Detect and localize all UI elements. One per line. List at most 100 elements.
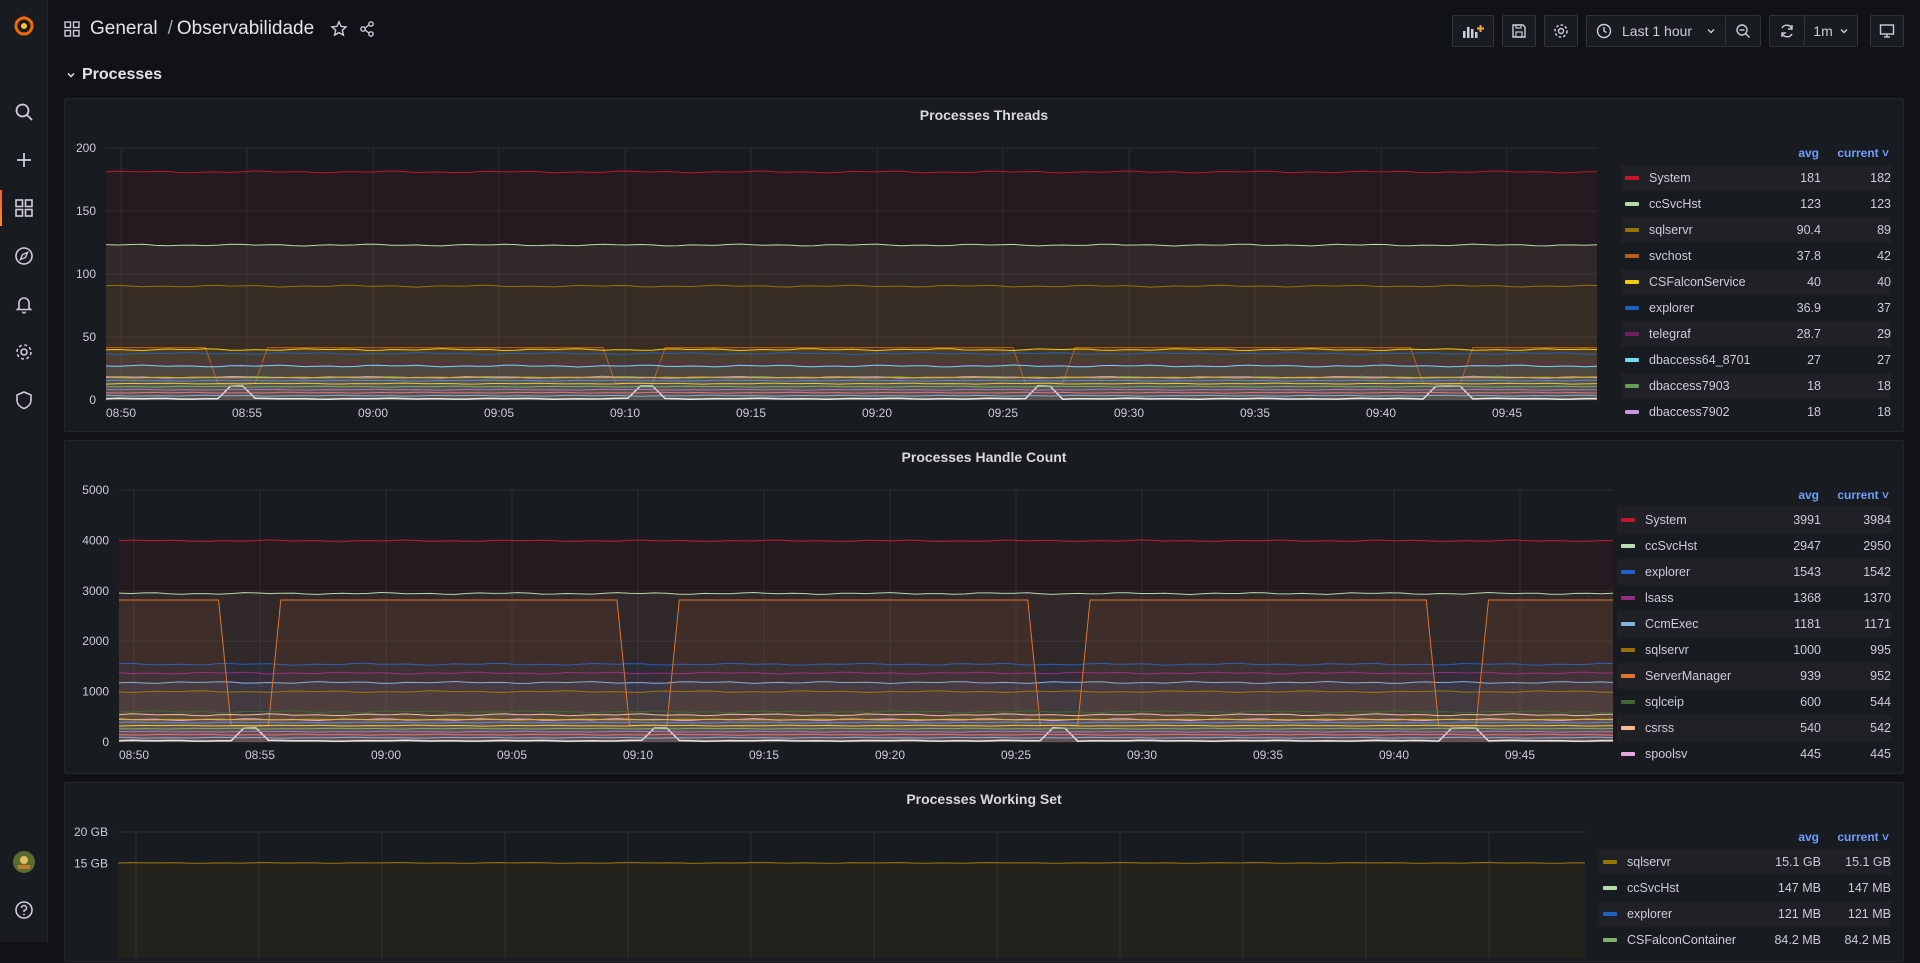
- legend-avg-value: 2947: [1793, 539, 1821, 553]
- legend-item-ccsvchst[interactable]: ccSvcHst 147 MB 147 MB: [1599, 875, 1891, 901]
- legend-current-header[interactable]: current ˅: [1819, 488, 1889, 502]
- dashboard-grid-icon: [64, 21, 80, 37]
- refresh-interval-picker[interactable]: 1m: [1804, 15, 1858, 47]
- legend-avg-header[interactable]: avg: [1779, 146, 1819, 160]
- legend-series-color: [1625, 228, 1639, 232]
- grafana-logo-icon[interactable]: [0, 6, 48, 46]
- legend-item-sqlceip[interactable]: sqlceip 600 544: [1617, 689, 1891, 715]
- legend-series-name: svchost: [1649, 249, 1692, 263]
- y-tick-label: 5000: [82, 483, 109, 497]
- x-tick-label: 09:20: [862, 406, 892, 420]
- legend-avg-value: 1543: [1793, 565, 1821, 579]
- create-plus-icon[interactable]: [0, 140, 48, 180]
- share-icon[interactable]: [358, 20, 376, 38]
- legend-item-dbaccess7902[interactable]: dbaccess7902 18 18: [1621, 399, 1891, 425]
- legend-item-ccsvchst[interactable]: ccSvcHst 2947 2950: [1617, 533, 1891, 559]
- x-tick-label: 09:05: [497, 748, 527, 762]
- legend-series-name: spoolsv: [1645, 747, 1688, 761]
- legend-item-sqlservr[interactable]: sqlservr 15.1 GB 15.1 GB: [1599, 849, 1891, 875]
- breadcrumb-folder-link[interactable]: General: [90, 18, 158, 40]
- legend-current-header[interactable]: current ˅: [1819, 830, 1889, 844]
- user-avatar[interactable]: [0, 842, 48, 882]
- star-icon[interactable]: [330, 20, 348, 38]
- legend-current-value: 1370: [1863, 591, 1891, 605]
- panel-processes-handle-count[interactable]: Processes Handle Count 0 1000 2000 3000 4000…: [64, 440, 1904, 774]
- legend-series-name: CcmExec: [1645, 617, 1699, 631]
- legend-item-explorer[interactable]: explorer 121 MB 121 MB: [1599, 901, 1891, 927]
- server-admin-shield-icon[interactable]: [0, 380, 48, 420]
- search-icon[interactable]: [0, 92, 48, 132]
- row-header[interactable]: Processes: [66, 66, 162, 84]
- dashboards-icon[interactable]: [0, 188, 48, 228]
- legend-item-sqlservr[interactable]: sqlservr 90.4 89: [1621, 217, 1891, 243]
- legend-item-telegraf[interactable]: telegraf 28.7 29: [1621, 321, 1891, 347]
- save-dashboard-button[interactable]: [1502, 15, 1536, 47]
- handle-count-chart[interactable]: 0 1000 2000 3000 4000 5000 08:50 08:55 09:00 09:0…: [65, 441, 1680, 775]
- legend-current-header[interactable]: current ˅: [1819, 146, 1889, 160]
- cycle-view-mode-button[interactable]: [1870, 15, 1904, 47]
- legend-item-lsass[interactable]: lsass 1368 1370: [1617, 585, 1891, 611]
- help-icon[interactable]: [0, 890, 48, 930]
- legend-avg-header[interactable]: avg: [1779, 830, 1819, 844]
- legend-avg-value: 1181: [1794, 617, 1821, 631]
- configuration-gear-icon[interactable]: [0, 332, 48, 372]
- legend-avg-header[interactable]: avg: [1779, 488, 1819, 502]
- panel-processes-working-set[interactable]: Processes Working Set 20 GB 15 GB avg cur…: [64, 782, 1904, 962]
- legend-item-csfalconcontainer[interactable]: CSFalconContainer 84.2 MB 84.2 MB: [1599, 927, 1891, 953]
- legend-item-svchost[interactable]: svchost 37.8 42: [1621, 243, 1891, 269]
- legend-current-value: 2950: [1863, 539, 1891, 553]
- legend-item-dbaccess64_8701[interactable]: dbaccess64_8701 27 27: [1621, 347, 1891, 373]
- dashboard-title[interactable]: Observabilidade: [177, 18, 314, 40]
- x-tick-label: 09:25: [1001, 748, 1031, 762]
- legend-avg-value: 121 MB: [1777, 907, 1821, 921]
- add-panel-button[interactable]: [1452, 15, 1494, 47]
- legend-avg-value: 28.7: [1796, 327, 1821, 341]
- legend-item-system[interactable]: System 181 182: [1621, 165, 1891, 191]
- legend-item-dbaccess7903[interactable]: dbaccess7903 18 18: [1621, 373, 1891, 399]
- legend-series-name: CSFalconService: [1649, 275, 1746, 289]
- x-tick-label: 09:45: [1492, 406, 1522, 420]
- x-tick-label: 09:15: [736, 406, 766, 420]
- zoom-out-icon: [1735, 23, 1751, 39]
- explore-compass-icon[interactable]: [0, 236, 48, 276]
- legend-avg-value: 3991: [1793, 513, 1821, 527]
- legend-current-value: 89: [1877, 223, 1891, 237]
- legend-avg-value: 18: [1807, 379, 1821, 393]
- legend-item-spoolsv[interactable]: spoolsv 445 445: [1617, 741, 1891, 767]
- legend-item-servermanager[interactable]: ServerManager 939 952: [1617, 663, 1891, 689]
- legend-current-value: 29: [1877, 327, 1891, 341]
- legend-item-ccsvchst[interactable]: ccSvcHst 123 123: [1621, 191, 1891, 217]
- legend-item-sqlservr[interactable]: sqlservr 1000 995: [1617, 637, 1891, 663]
- legend-item-system[interactable]: System 3991 3984: [1617, 507, 1891, 533]
- legend-item-explorer[interactable]: explorer 36.9 37: [1621, 295, 1891, 321]
- working-set-chart[interactable]: 20 GB 15 GB: [65, 783, 1665, 963]
- legend-item-csrss[interactable]: csrss 540 542: [1617, 715, 1891, 741]
- legend-avg-value: 40: [1807, 275, 1821, 289]
- row-title: Processes: [82, 66, 163, 83]
- legend-series-name: System: [1649, 171, 1691, 185]
- alerting-bell-icon[interactable]: [0, 284, 48, 324]
- legend-header: avg current ˅: [1599, 825, 1891, 849]
- legend-current-value: 544: [1870, 695, 1891, 709]
- panel-processes-threads[interactable]: Processes Threads 0 50 100 150 200 08:50 08:55…: [64, 98, 1904, 432]
- time-range-picker[interactable]: Last 1 hour: [1586, 15, 1726, 47]
- gear-icon: [1553, 23, 1569, 39]
- dashboard-settings-button[interactable]: [1544, 15, 1578, 47]
- legend-current-value: 445: [1870, 747, 1891, 761]
- legend-item-explorer[interactable]: explorer 1543 1542: [1617, 559, 1891, 585]
- legend-avg-value: 84.2 MB: [1774, 933, 1821, 947]
- legend-series-name: lsass: [1645, 591, 1674, 605]
- legend-item-csfalconservice[interactable]: CSFalconService 40 40: [1621, 269, 1891, 295]
- legend-item-ccmexec[interactable]: CcmExec 1181 1171: [1617, 611, 1891, 637]
- zoom-out-button[interactable]: [1725, 15, 1761, 47]
- refresh-button[interactable]: [1769, 15, 1805, 47]
- x-tick-label: 08:50: [106, 406, 136, 420]
- add-panel-icon: [1462, 23, 1484, 39]
- legend-avg-value: 27: [1807, 353, 1821, 367]
- x-tick-label: 09:35: [1253, 748, 1283, 762]
- legend-series-color: [1621, 752, 1635, 756]
- legend-series-color: [1625, 384, 1639, 388]
- legend-series-color: [1625, 202, 1639, 206]
- threads-chart[interactable]: 0 50 100 150 200 08:50 08:55 09:00 09:05 09:10 09:…: [65, 99, 1665, 433]
- legend-avg-value: 18: [1807, 405, 1821, 419]
